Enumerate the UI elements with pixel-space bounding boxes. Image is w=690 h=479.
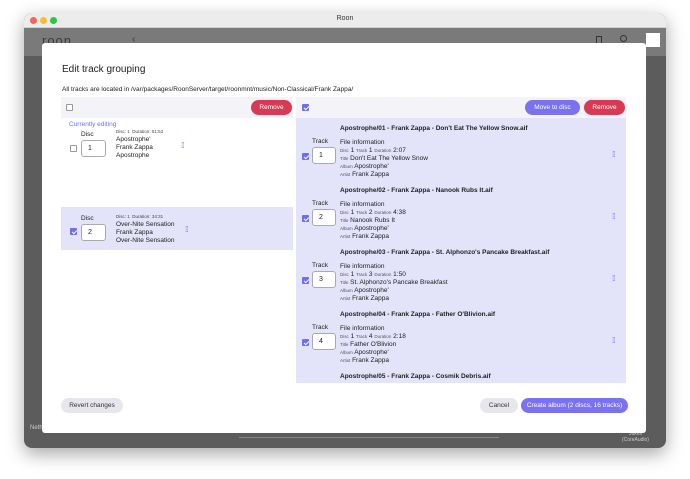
track-numbers: Disc 1 Track 3 Duration 1:50 <box>340 271 406 278</box>
select-all-groups-checkbox[interactable] <box>66 104 73 111</box>
drag-handle-icon[interactable]: ⁞⁞ <box>612 213 617 223</box>
disc-group[interactable]: Disc 2 Disc: 1 Duration: 34:31 Over-Nite… <box>61 207 293 250</box>
track-number-input[interactable]: 4 <box>312 333 336 350</box>
group-meta: Disc: 1 Duration: 51:53 <box>116 129 164 134</box>
track-title: Title Father O'Blivion <box>340 341 397 348</box>
group-album: Over-Nite Sensation <box>116 221 175 228</box>
track-numbers: Disc 1 Track 1 Duration 2:07 <box>340 147 406 154</box>
track-album: Album Apostrophe' <box>340 163 389 170</box>
group-artist: Frank Zappa <box>116 144 153 151</box>
track-numbers: Disc 1 Track 4 Duration 2:18 <box>340 333 406 340</box>
track-row[interactable]: Track 3 Apostrophe/03 - Frank Zappa - St… <box>296 249 626 311</box>
track-row[interactable]: Apostrophe/05 - Frank Zappa - Cosmik Deb… <box>296 373 626 383</box>
group-artist: Frank Zappa <box>116 229 153 236</box>
zone-output: (CoreAudio) <box>622 437 649 443</box>
track-number-input[interactable]: 1 <box>312 147 336 164</box>
remove-groups-button[interactable]: Remove <box>251 100 292 115</box>
disc-number-input[interactable]: 2 <box>81 224 106 241</box>
track-album: Album Apostrophe' <box>340 349 389 356</box>
tracks-panel: Track 1 Apostrophe/01 - Frank Zappa - Do… <box>296 118 626 383</box>
track-album: Album Apostrophe' <box>340 287 389 294</box>
file-information-label: File information <box>340 201 385 208</box>
menu-icon[interactable] <box>646 33 660 47</box>
track-row[interactable]: Track 2 Apostrophe/02 - Frank Zappa - Na… <box>296 187 626 249</box>
track-artist: Artist Frank Zappa <box>340 233 389 240</box>
track-filename: Apostrophe/03 - Frank Zappa - St. Alphon… <box>340 249 550 256</box>
group-checkbox[interactable] <box>70 145 77 152</box>
left-toolbar: Remove <box>61 97 293 118</box>
disc-label: Disc <box>81 215 94 222</box>
currently-editing-label: Currently editing <box>69 121 117 128</box>
remove-tracks-button[interactable]: Remove <box>584 100 625 115</box>
track-label: Track <box>312 200 329 207</box>
track-title: Title Nanook Rubs It <box>340 217 395 224</box>
track-artist: Artist Frank Zappa <box>340 295 389 302</box>
disc-group[interactable]: Disc 1 Disc: 1 Duration: 51:53 Apostroph… <box>61 128 293 171</box>
group-meta: Disc: 1 Duration: 34:31 <box>116 214 164 219</box>
group-album: Apostrophe' <box>116 136 151 143</box>
track-label: Track <box>312 324 329 331</box>
dialog-title: Edit track grouping <box>62 64 146 75</box>
track-number-input[interactable]: 2 <box>312 209 336 226</box>
file-information-label: File information <box>340 263 385 270</box>
track-row[interactable]: Track 4 Apostrophe/04 - Frank Zappa - Fa… <box>296 311 626 373</box>
track-checkbox[interactable] <box>302 153 309 160</box>
track-title: Title Don't Eat The Yellow Snow <box>340 155 428 162</box>
create-album-button[interactable]: Create album (2 discs, 16 tracks) <box>521 398 628 413</box>
track-title: Title St. Alphonzo's Pancake Breakfast <box>340 279 448 286</box>
track-number-input[interactable]: 3 <box>312 271 336 288</box>
track-filename: Apostrophe/02 - Frank Zappa - Nanook Rub… <box>340 187 493 194</box>
group-subtitle: Over-Nite Sensation <box>116 237 175 244</box>
track-checkbox[interactable] <box>302 339 309 346</box>
track-filename: Apostrophe/04 - Frank Zappa - Father O'B… <box>340 311 496 318</box>
drag-handle-icon[interactable]: ⁞⁞ <box>612 151 617 161</box>
track-filename: Apostrophe/01 - Frank Zappa - Don't Eat … <box>340 125 528 132</box>
group-subtitle: Apostrophe <box>116 152 150 159</box>
right-toolbar: Move to disc Remove <box>296 97 626 118</box>
track-label: Track <box>312 262 329 269</box>
title-bar: Roon <box>24 13 666 28</box>
revert-changes-button[interactable]: Revert changes <box>61 398 123 413</box>
edit-track-grouping-dialog: Edit track grouping All tracks are locat… <box>42 43 646 433</box>
seek-bar <box>239 437 499 438</box>
track-numbers: Disc 1 Track 2 Duration 4:38 <box>340 209 406 216</box>
window-title: Roon <box>336 15 354 22</box>
track-artist: Artist Frank Zappa <box>340 171 389 178</box>
track-checkbox[interactable] <box>302 277 309 284</box>
cancel-button[interactable]: Cancel <box>480 398 518 413</box>
drag-handle-icon[interactable]: ⁞⁞ <box>612 275 617 285</box>
track-label: Track <box>312 138 329 145</box>
track-album: Album Apostrophe' <box>340 225 389 232</box>
track-checkbox[interactable] <box>302 215 309 222</box>
file-information-label: File information <box>340 325 385 332</box>
track-filename: Apostrophe/05 - Frank Zappa - Cosmik Deb… <box>340 373 491 380</box>
file-information-label: File information <box>340 139 385 146</box>
track-row[interactable]: Track 1 Apostrophe/01 - Frank Zappa - Do… <box>296 125 626 187</box>
tracks-location-text: All tracks are located in /var/packages/… <box>62 86 354 93</box>
track-artist: Artist Frank Zappa <box>340 357 389 364</box>
drag-handle-icon[interactable]: ⁞⁞ <box>181 142 186 152</box>
drag-handle-icon[interactable]: ⁞⁞ <box>185 226 190 236</box>
background-text: Neth <box>30 425 43 431</box>
move-to-disc-button[interactable]: Move to disc <box>525 100 580 115</box>
search-icon[interactable] <box>620 35 627 42</box>
group-checkbox[interactable] <box>70 228 77 235</box>
disc-number-input[interactable]: 1 <box>81 140 106 157</box>
drag-handle-icon[interactable]: ⁞⁞ <box>612 337 617 347</box>
disc-label: Disc <box>81 131 94 138</box>
disc-groups-panel: Currently editing Disc 1 Disc: 1 Duratio… <box>61 118 293 383</box>
select-all-tracks-checkbox[interactable] <box>302 104 309 111</box>
